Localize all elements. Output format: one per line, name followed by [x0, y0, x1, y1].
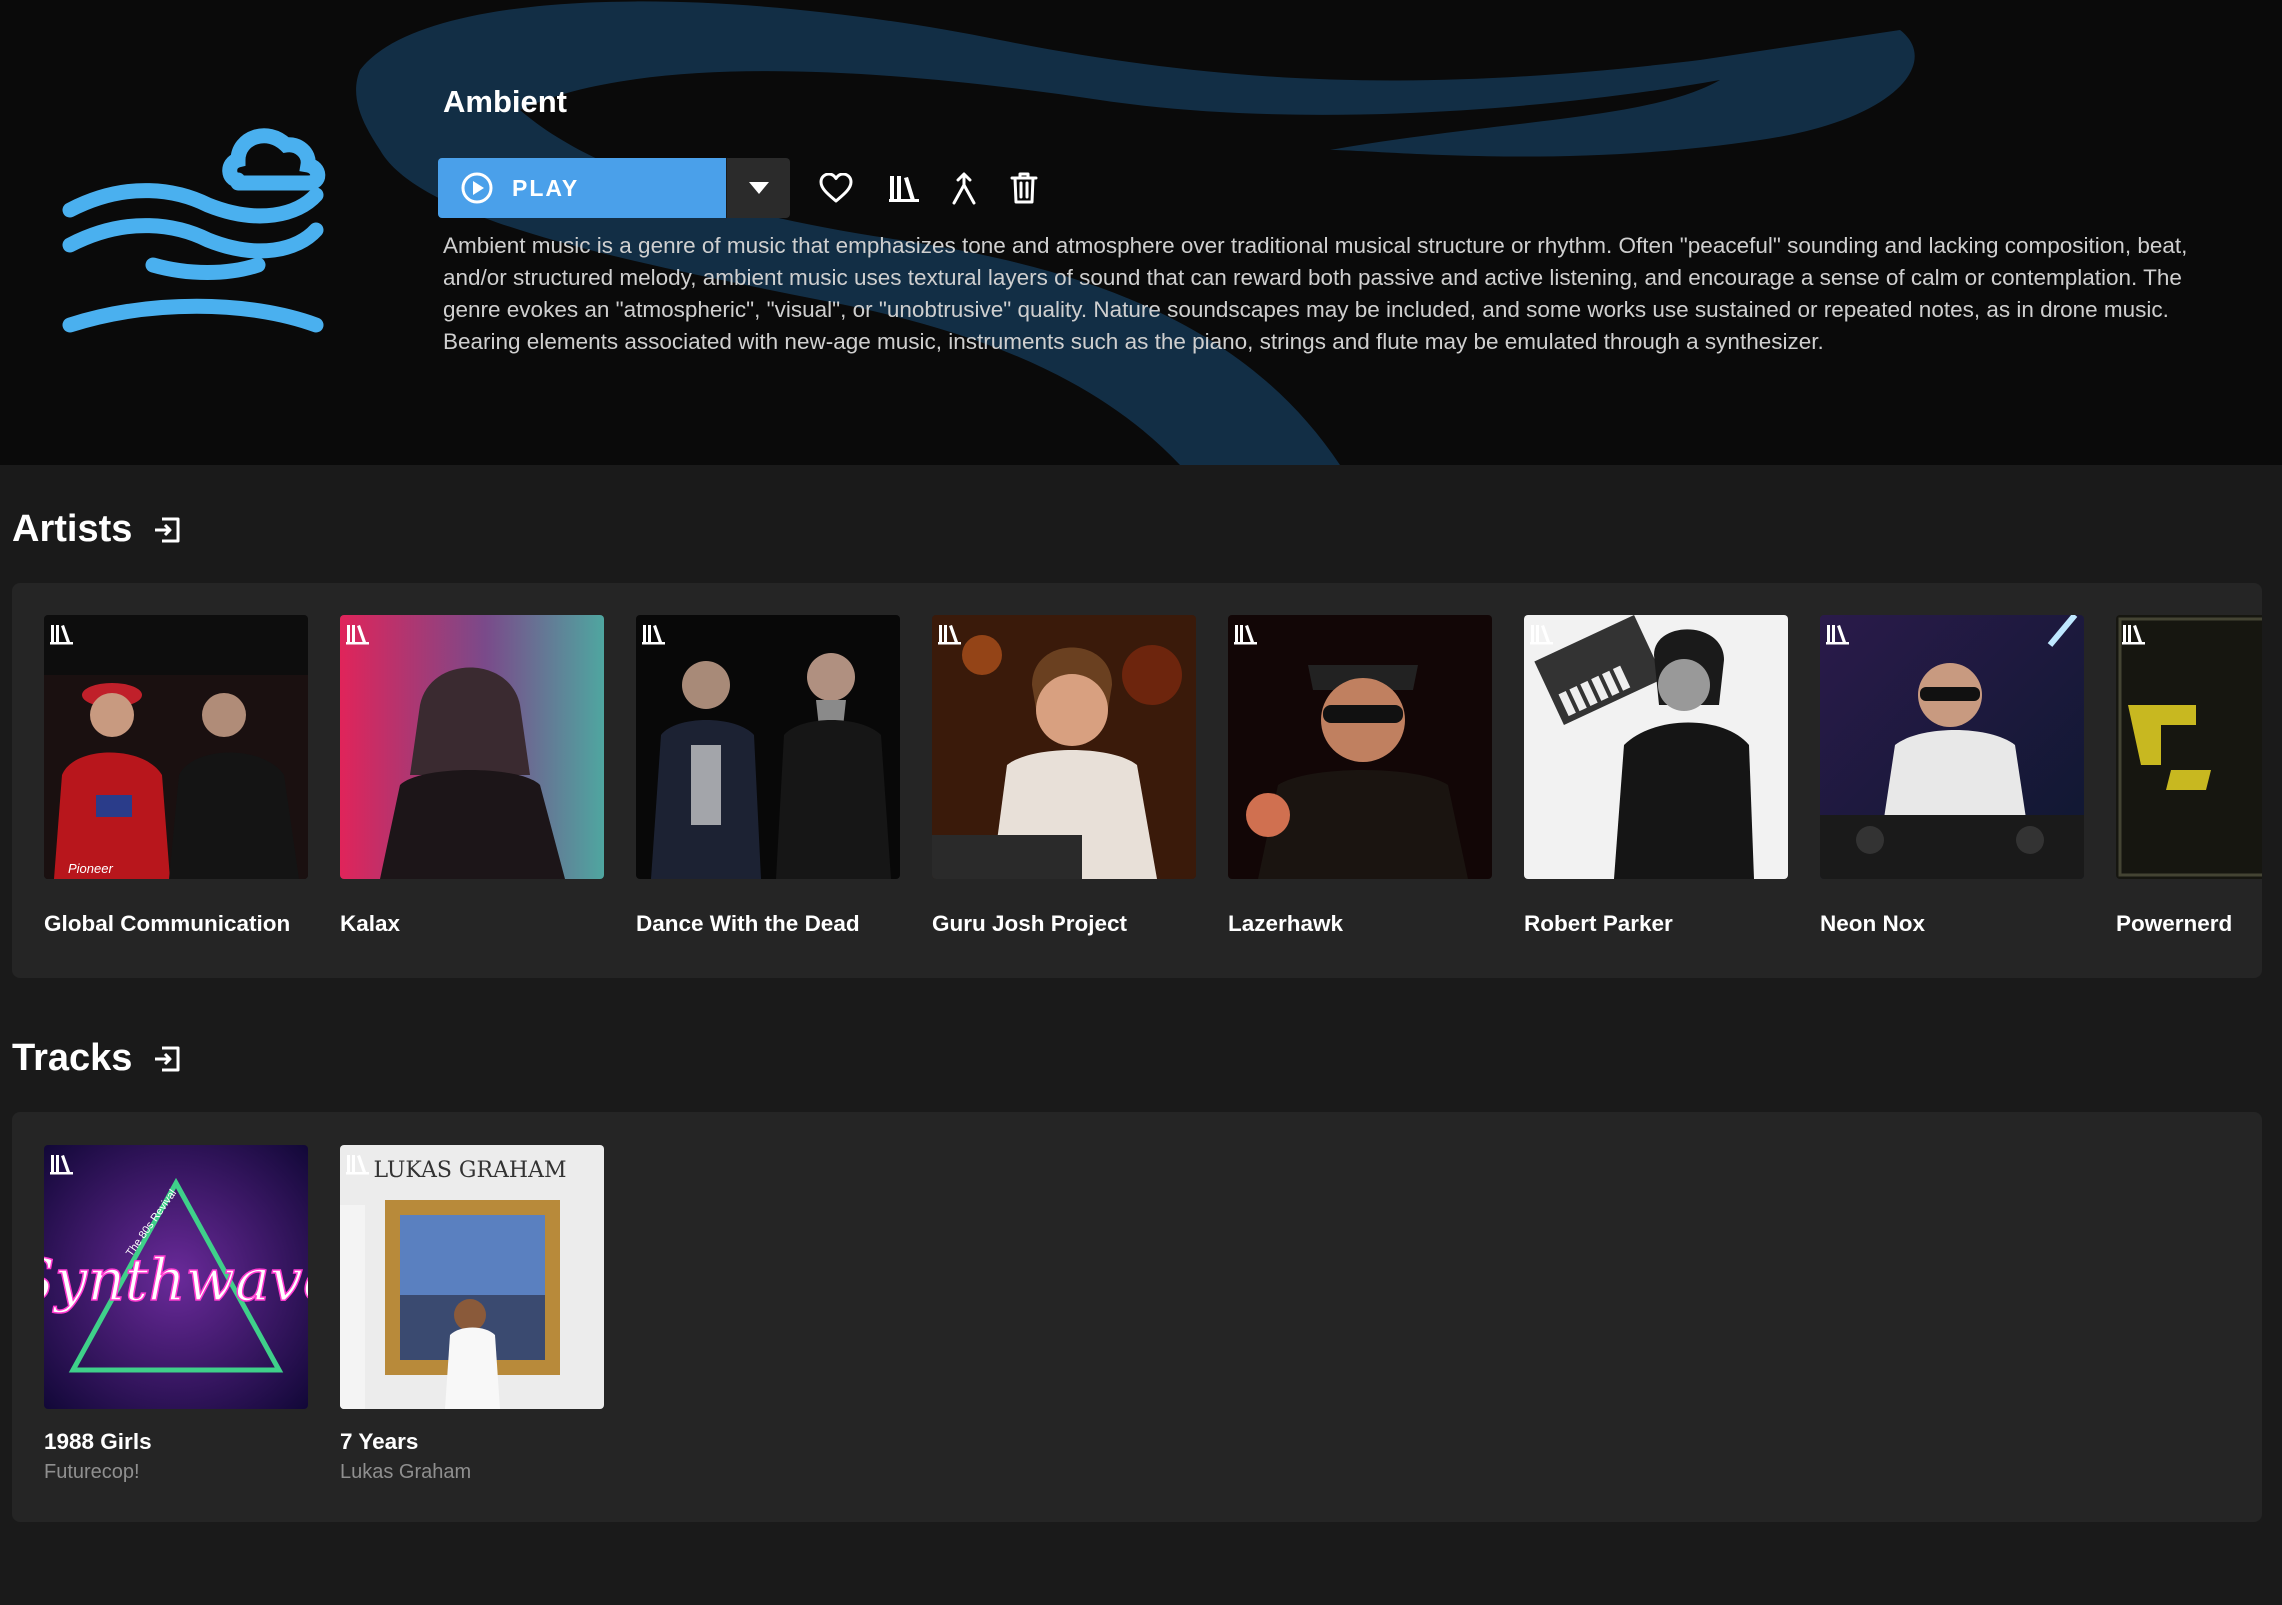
favorite-button[interactable] — [816, 168, 856, 208]
artist-image — [340, 615, 604, 879]
artist-name: Lazerhawk — [1228, 911, 1344, 936]
artist-card[interactable]: Powernerd — [2116, 615, 2262, 936]
tracks-section-title: Tracks — [12, 1037, 133, 1079]
artist-image — [1524, 615, 1788, 879]
library-icon — [50, 625, 73, 645]
tracks-section-header: Tracks — [12, 1037, 182, 1080]
play-circle-icon — [461, 172, 493, 204]
track-cover: Synthwave The 80s Revival — [44, 1145, 308, 1409]
library-icon — [1530, 625, 1553, 645]
play-button[interactable]: PLAY — [438, 158, 726, 218]
chevron-down-icon — [748, 182, 769, 194]
artist-name: Robert Parker — [1524, 911, 1673, 936]
play-options-dropdown[interactable] — [726, 158, 790, 218]
artist-card[interactable]: Pioneer Global Communication — [44, 615, 308, 936]
delete-button[interactable] — [1004, 168, 1044, 208]
artist-image — [1820, 615, 2084, 879]
artist-card[interactable]: Kalax — [340, 615, 604, 936]
library-icon — [642, 625, 665, 645]
play-button-group: PLAY — [438, 158, 790, 218]
track-card[interactable]: Synthwave The 80s Revival 1988 Girls Fut… — [44, 1145, 308, 1483]
artists-panel: Pioneer Global Communication Kalax Dance… — [12, 583, 2262, 978]
track-artist[interactable]: Lukas Graham — [340, 1461, 471, 1484]
artist-name: Neon Nox — [1820, 911, 1926, 936]
library-icon — [1234, 625, 1257, 645]
open-section-icon[interactable] — [152, 515, 182, 545]
open-section-icon[interactable] — [152, 1044, 182, 1074]
play-label: PLAY — [512, 174, 580, 201]
artist-name: Dance With the Dead — [636, 911, 860, 936]
track-title: 7 Years — [340, 1429, 419, 1454]
library-icon — [346, 1155, 369, 1175]
track-title: 1988 Girls — [44, 1429, 152, 1454]
artist-image — [1228, 615, 1492, 879]
merge-button[interactable] — [944, 168, 984, 208]
artist-card[interactable]: Dance With the Dead — [636, 615, 900, 936]
cover-title: LUKAS GRAHAM — [373, 1158, 566, 1183]
track-artist[interactable]: Futurecop! — [44, 1461, 140, 1484]
merge-icon — [952, 172, 976, 205]
artist-card[interactable]: Guru Josh Project — [932, 615, 1196, 936]
artist-name: Global Communication — [44, 911, 291, 936]
genre-title: Ambient — [443, 84, 567, 119]
library-icon — [938, 625, 961, 645]
cover-title: Synthwave — [44, 1246, 308, 1314]
library-icon — [1826, 625, 1849, 645]
library-icon — [889, 176, 919, 202]
artist-name: Guru Josh Project — [932, 911, 1128, 936]
artist-image — [2116, 615, 2262, 879]
svg-text:Pioneer: Pioneer — [68, 861, 113, 876]
artist-name: Powernerd — [2116, 911, 2233, 936]
artist-name: Kalax — [340, 911, 401, 936]
add-to-library-button[interactable] — [884, 168, 924, 208]
ambient-genre-icon — [62, 128, 326, 333]
artist-card[interactable]: Robert Parker — [1524, 615, 1788, 936]
heart-icon — [819, 173, 853, 203]
library-icon — [346, 625, 369, 645]
genre-description: Ambient music is a genre of music that e… — [443, 233, 2188, 354]
artists-section-title: Artists — [12, 508, 133, 550]
artist-image — [636, 615, 900, 879]
artist-image: Pioneer — [44, 615, 308, 879]
artist-card[interactable]: Neon Nox — [1820, 615, 2084, 936]
library-icon — [50, 1155, 73, 1175]
artist-card[interactable]: Lazerhawk — [1228, 615, 1492, 936]
artist-image — [932, 615, 1196, 879]
tracks-panel: Synthwave The 80s Revival 1988 Girls Fut… — [12, 1112, 2262, 1522]
genre-header: Ambient PLAY Ambient music is a genre of… — [0, 0, 2282, 465]
artists-section-header: Artists — [12, 508, 182, 551]
track-card[interactable]: LUKAS GRAHAM 7 Years Lukas Graham — [340, 1145, 604, 1483]
trash-icon — [1010, 172, 1038, 204]
library-icon — [2122, 625, 2145, 645]
track-cover: LUKAS GRAHAM — [340, 1145, 604, 1409]
